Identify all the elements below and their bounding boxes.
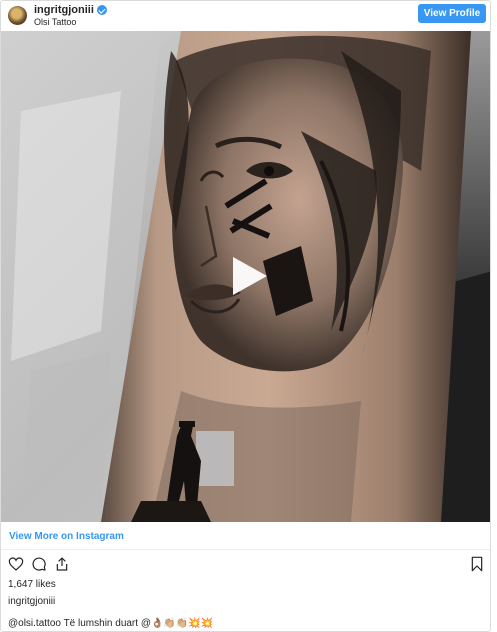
username-link[interactable]: ingritgjoniii — [34, 4, 94, 16]
bookmark-icon[interactable] — [469, 556, 485, 572]
post-header: ingritgjoniii Olsi Tattoo View Profile — [1, 1, 490, 31]
instagram-embed-card: ingritgjoniii Olsi Tattoo View Profile V… — [0, 0, 491, 632]
caption-text: Të lumshin duart @👌🏽👏🏼👏🏼💥💥 — [60, 618, 214, 629]
play-icon[interactable] — [225, 253, 271, 299]
share-icon[interactable] — [54, 556, 70, 572]
caption-mention-link[interactable]: @olsi.tattoo — [8, 618, 61, 629]
avatar[interactable] — [8, 6, 27, 25]
view-more-bar: View More on Instagram — [1, 522, 490, 550]
username-row: ingritgjoniii — [34, 4, 107, 16]
post-video[interactable] — [1, 31, 490, 522]
likes-count[interactable]: 1,647 likes — [8, 579, 56, 590]
view-more-on-instagram-link[interactable]: View More on Instagram — [9, 531, 124, 542]
location-link[interactable]: Olsi Tattoo — [34, 17, 76, 27]
view-profile-button[interactable]: View Profile — [418, 4, 486, 23]
post-actions — [1, 553, 490, 575]
heart-icon[interactable] — [8, 556, 24, 572]
post-caption: @olsi.tattoo Të lumshin duart @👌🏽👏🏼👏🏼💥💥 — [8, 618, 213, 629]
comment-icon[interactable] — [31, 556, 47, 572]
post-owner-username[interactable]: ingritgjoniii — [8, 596, 55, 607]
verified-badge-icon — [96, 5, 107, 15]
